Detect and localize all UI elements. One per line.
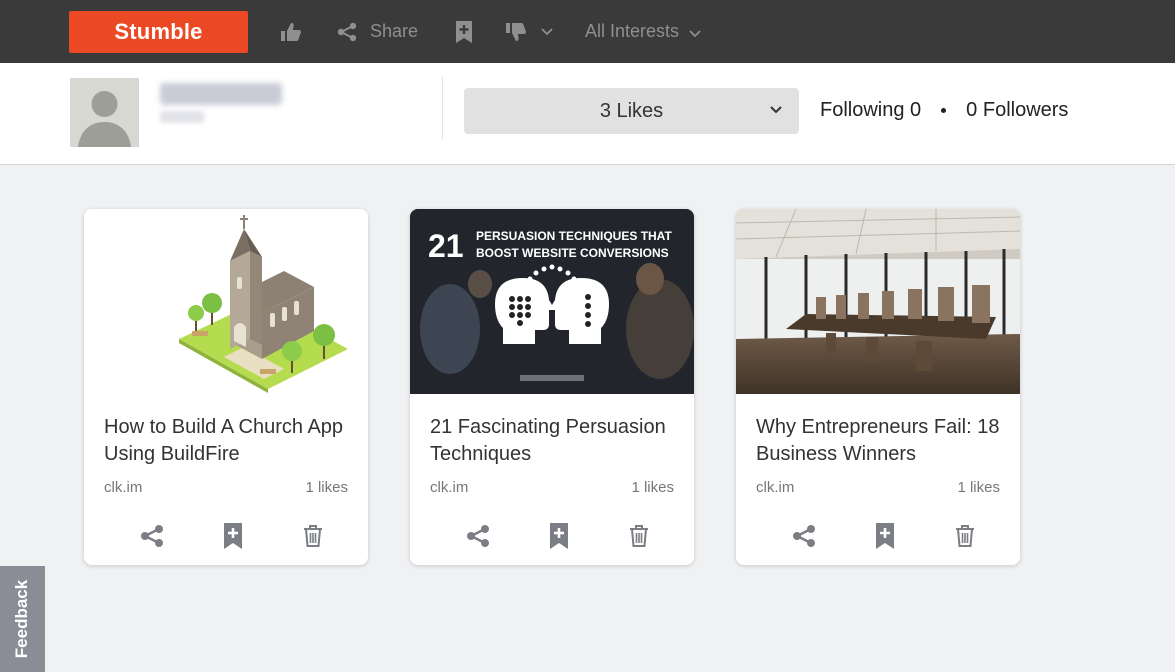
likes-select-value: 3 Likes	[599, 99, 664, 122]
delete-button[interactable]	[624, 521, 654, 551]
card-like-count: 1 likes	[957, 479, 1000, 496]
share-button[interactable]	[789, 521, 819, 551]
share-button[interactable]: Share	[336, 0, 418, 63]
bookmark-add-icon	[456, 20, 472, 43]
trash-icon	[956, 525, 974, 547]
bookmark-add-icon	[224, 523, 242, 549]
card-actions	[736, 521, 1020, 551]
top-navigation-bar: Stumble Share All Interests	[0, 0, 1175, 63]
chevron-down-icon	[689, 29, 701, 37]
thumbnail-heading-line2: Boost Website Conversions	[476, 246, 669, 260]
share-icon	[793, 525, 815, 547]
share-button[interactable]	[137, 521, 167, 551]
content-card[interactable]: Why Entrepreneurs Fail: 18 Business Winn…	[736, 209, 1020, 565]
card-thumbnail[interactable]	[84, 209, 368, 394]
thumbs-down-icon	[506, 22, 526, 41]
card-like-count: 1 likes	[305, 479, 348, 496]
share-label: Share	[370, 21, 419, 41]
chevron-down-icon	[541, 27, 553, 35]
like-button[interactable]	[280, 0, 302, 63]
interests-label: All Interests	[585, 21, 680, 41]
thumbnail-number: 21	[428, 228, 464, 264]
card-source: clk.im	[756, 479, 795, 496]
interests-dropdown[interactable]: All Interests	[585, 0, 701, 63]
thumbs-up-icon	[281, 22, 301, 41]
content-card[interactable]: 21 Persuasion Techniques That Boost Webs…	[410, 209, 694, 565]
card-source: clk.im	[430, 479, 469, 496]
thumbnail-heading-line1: Persuasion Techniques That	[476, 229, 672, 243]
delete-button[interactable]	[298, 521, 328, 551]
share-icon	[141, 525, 163, 547]
divider	[442, 77, 443, 139]
content-card[interactable]: How to Build A Church App Using BuildFir…	[84, 209, 368, 565]
card-title[interactable]: How to Build A Church App Using BuildFir…	[104, 414, 354, 468]
bookmark-add-icon	[876, 523, 894, 549]
save-button[interactable]	[544, 521, 574, 551]
share-icon	[467, 525, 489, 547]
following-link[interactable]: Following 0	[820, 99, 921, 122]
card-title[interactable]: Why Entrepreneurs Fail: 18 Business Winn…	[756, 414, 1006, 468]
feedback-label: Feedback	[12, 579, 32, 659]
dislike-button[interactable]	[505, 0, 553, 63]
card-thumbnail[interactable]	[736, 209, 1020, 394]
card-actions	[84, 521, 368, 551]
separator-dot	[941, 108, 947, 113]
feedback-tab[interactable]: Feedback	[0, 566, 45, 672]
card-thumbnail[interactable]: 21 Persuasion Techniques That Boost Webs…	[410, 209, 694, 394]
followers-link[interactable]: 0 Followers	[966, 99, 1068, 122]
save-button[interactable]	[870, 521, 900, 551]
persuasion-infographic-image: 21 Persuasion Techniques That Boost Webs…	[410, 209, 694, 394]
church-illustration	[84, 209, 368, 394]
bookmark-add-icon	[550, 523, 568, 549]
save-button[interactable]	[218, 521, 248, 551]
follow-stats: Following 0 0 Followers	[820, 99, 1068, 122]
username-blurred	[160, 83, 282, 105]
card-title[interactable]: 21 Fascinating Persuasion Techniques	[430, 414, 680, 468]
card-source: clk.im	[104, 479, 143, 496]
delete-button[interactable]	[950, 521, 980, 551]
trash-icon	[304, 525, 322, 547]
card-actions	[410, 521, 694, 551]
card-like-count: 1 likes	[631, 479, 674, 496]
stumble-button[interactable]: Stumble	[69, 11, 248, 53]
share-icon	[337, 22, 357, 41]
chevron-down-icon	[770, 106, 782, 114]
conference-room-photo	[736, 209, 1020, 394]
trash-icon	[630, 525, 648, 547]
avatar[interactable]	[70, 78, 139, 147]
save-button[interactable]	[455, 0, 473, 63]
user-silhouette-icon	[70, 78, 139, 147]
share-button[interactable]	[463, 521, 493, 551]
profile-bar: 3 Likes Following 0 0 Followers	[0, 63, 1175, 165]
user-subtitle-blurred	[160, 111, 204, 123]
likes-filter-select[interactable]: 3 Likes	[464, 88, 799, 134]
